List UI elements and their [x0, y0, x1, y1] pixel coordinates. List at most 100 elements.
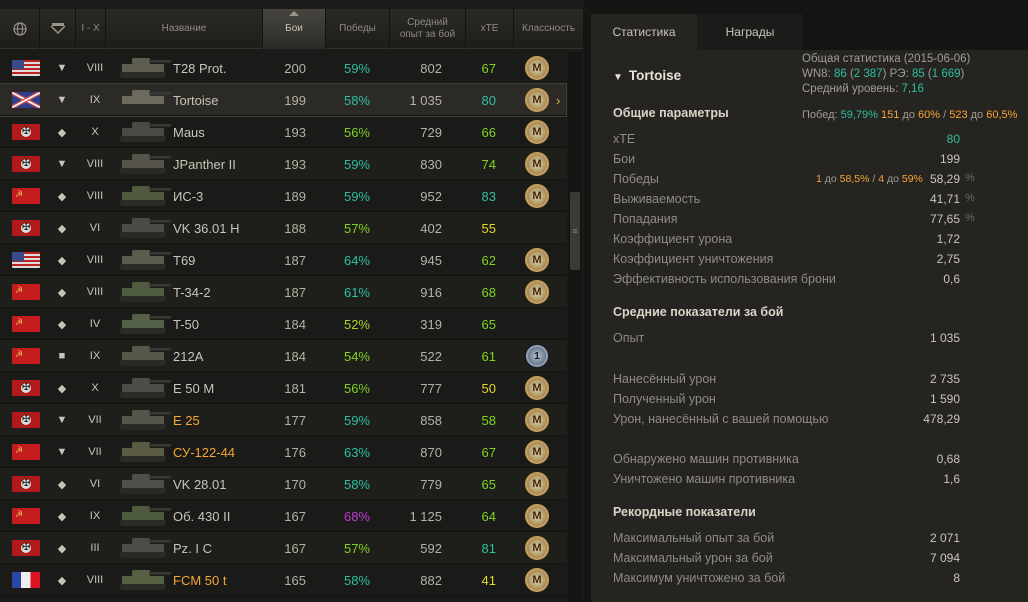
vehicle-class-icon: ◆ [57, 510, 67, 523]
avg-exp: 1 035 [409, 92, 442, 108]
nation-flag-icon [12, 188, 40, 204]
tank-image-icon [120, 378, 171, 398]
table-row[interactable]: ▼ VII СУ-122-44 176 63% 870 67 M [0, 436, 566, 468]
stat-value: 58,29 [929, 172, 960, 186]
vehicle-list-panel: I - X Название Бои Победы Средний опыт з… [0, 0, 584, 602]
header-nation-filter[interactable] [0, 9, 40, 49]
scrollbar-thumb[interactable]: ≡ [570, 192, 580, 270]
mastery-badge-icon: M [525, 56, 549, 80]
table-row[interactable]: ◆ VIII T-34-2 187 61% 916 68 M [0, 276, 566, 308]
tank-title: ▼ Tortoise [613, 68, 682, 83]
avg-exp: 882 [420, 572, 442, 588]
table-row[interactable]: ◆ IX Об. 430 II 167 68% 1 125 64 M [0, 500, 566, 532]
xte-value: 65 [481, 476, 496, 492]
header-battles[interactable]: Бои [263, 9, 326, 49]
tank-image [116, 438, 172, 466]
tank-image-icon [120, 122, 171, 142]
win-rate: 57% [343, 540, 370, 556]
vehicle-name: E 50 M [173, 380, 215, 396]
table-row[interactable]: ◆ III Pz. I C 167 57% 592 81 M [0, 532, 566, 564]
table-row[interactable]: ◆ VI VK 36.01 H 188 57% 402 55 [0, 212, 566, 244]
mastery-badge-icon: M [525, 280, 549, 304]
nation-flag-icon [12, 508, 40, 524]
tank-image [116, 566, 172, 594]
table-row[interactable]: ◆ IV T-50 184 52% 319 65 [0, 308, 566, 340]
stat-value: 80 [946, 132, 960, 146]
battles-count: 170 [284, 476, 306, 492]
stats-panel: Статистика Награды Общая статистика (201… [591, 0, 1028, 602]
battles-count: 199 [284, 92, 306, 108]
table-row[interactable]: ▼ IX Tortoise 199 58% 1 035 80 M › [0, 83, 567, 117]
mastery-badge: M [524, 404, 550, 436]
mastery-badge: M [524, 244, 550, 276]
table-row[interactable]: ◆ VI VK 28.01 170 58% 779 65 M [0, 468, 566, 500]
tab-statistics[interactable]: Статистика [591, 14, 697, 50]
tank-image-icon [120, 218, 171, 238]
table-row[interactable]: ■ IX 212A 184 54% 522 61 1 [0, 340, 566, 372]
table-row[interactable]: ◆ VIII ИС-3 189 59% 952 83 M [0, 180, 566, 212]
sort-arrow-icon [289, 11, 299, 16]
header-xte[interactable]: xTE [466, 9, 514, 49]
xte-value: 41 [481, 572, 496, 588]
avg-exp: 1 125 [409, 508, 442, 524]
tank-image-icon [120, 474, 171, 494]
tank-image [116, 534, 172, 562]
table-row[interactable]: ▼ VIII T28 Prot. 200 59% 802 67 M [0, 52, 566, 84]
table-row[interactable]: ◆ X E 50 M 181 56% 777 50 M [0, 372, 566, 404]
battles-count: 189 [284, 188, 306, 204]
header-mastery[interactable]: Классность [514, 9, 584, 49]
battles-count: 187 [284, 284, 306, 300]
stat-value: 199 [939, 152, 960, 166]
avg-exp: 858 [420, 412, 442, 428]
battles-count: 167 [284, 508, 306, 524]
tab-awards[interactable]: Награды [697, 14, 803, 50]
vehicle-tier: III [90, 542, 100, 554]
rating-line: WN8: 86 (2 387) РЭ: 85 (1 669) [802, 68, 965, 80]
vehicle-tier: VII [88, 414, 102, 426]
nation-flag-icon [12, 444, 40, 460]
tank-image [116, 502, 172, 530]
table-row[interactable]: ◆ X Maus 193 56% 729 66 M [0, 116, 566, 148]
header-name[interactable]: Название [106, 9, 263, 49]
xte-value: 55 [481, 220, 496, 236]
vehicle-name: T-34-2 [173, 284, 211, 300]
avg-exp: 729 [420, 124, 442, 140]
tank-image [116, 150, 172, 178]
stat-label: xTE [613, 132, 636, 146]
nation-flag-icon [12, 476, 40, 492]
vehicle-class-icon: ▼ [56, 414, 68, 426]
avg-exp: 779 [420, 476, 442, 492]
stat-value: 0,68 [936, 452, 960, 466]
table-row[interactable]: ◆ VIII FCM 50 t 165 58% 882 41 M [0, 564, 566, 596]
win-target-note: 1 до 58,5% / 4 до 59% [816, 173, 923, 185]
mastery-badge-icon: M [525, 88, 549, 112]
win-progress: Побед: 59,79% 151 до 60% / 523 до 60,5% [802, 109, 1018, 121]
mastery-badge-icon: M [525, 184, 549, 208]
tank-image-icon [120, 314, 171, 334]
header-avg-exp[interactable]: Средний опыт за бой [390, 9, 466, 49]
stat-label: Коэффициент уничтожения [613, 252, 774, 266]
tank-image [116, 118, 172, 146]
mastery-badge: M [524, 436, 550, 468]
table-row[interactable]: ▼ VIII JPanther II 193 59% 830 74 M [0, 148, 566, 180]
mastery-badge-icon: M [525, 152, 549, 176]
tank-image-icon [120, 282, 171, 302]
vehicle-class-icon [49, 23, 66, 35]
stat-value: 1 035 [929, 331, 960, 345]
stat-value: 2 071 [929, 531, 960, 545]
tab-bar: Статистика Награды [591, 14, 1028, 50]
nation-flag-icon [12, 220, 40, 236]
header-tier[interactable]: I - X [76, 9, 106, 49]
table-row[interactable]: ▼ VII E 25 177 59% 858 58 M [0, 404, 566, 436]
header-wins[interactable]: Победы [326, 9, 390, 49]
tank-image [116, 246, 172, 274]
vehicle-name: VK 28.01 [173, 476, 227, 492]
table-row[interactable]: ◆ VIII T69 187 64% 945 62 M [0, 244, 566, 276]
vehicle-name: Об. 430 II [173, 508, 231, 524]
vehicle-tier: VIII [86, 190, 104, 202]
tank-image [116, 406, 172, 434]
vehicle-name: JPanther II [173, 156, 236, 172]
header-class-filter[interactable] [40, 9, 76, 49]
scrollbar[interactable]: ≡ [568, 52, 582, 602]
mastery-badge-icon: M [525, 120, 549, 144]
